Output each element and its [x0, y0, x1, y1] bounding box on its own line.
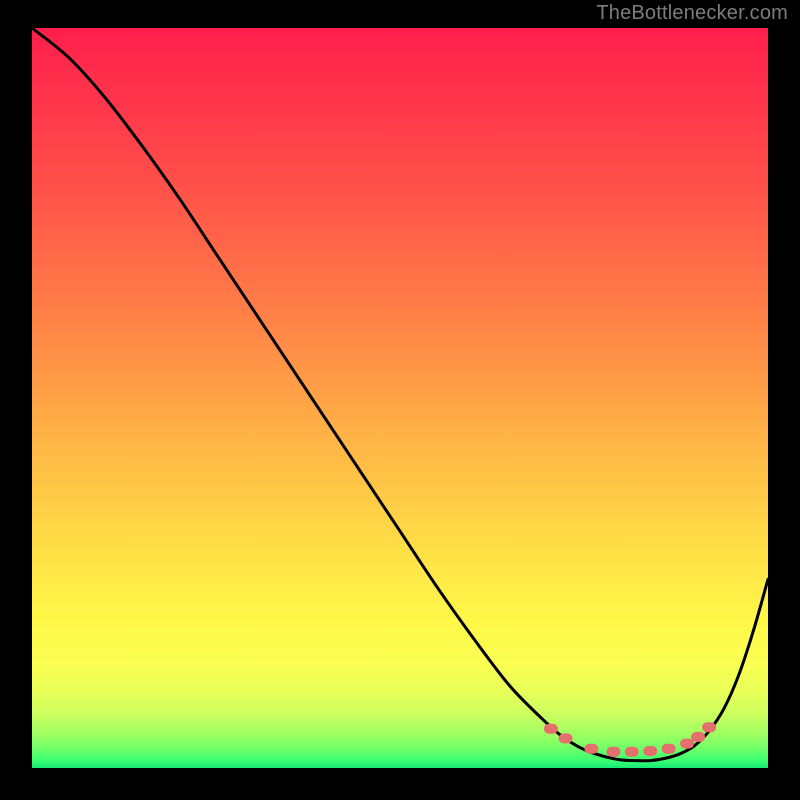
- gradient-background: [32, 28, 768, 768]
- marker-dot: [680, 739, 694, 749]
- chart-container: TheBottlenecker.com: [0, 0, 800, 800]
- chart-svg: [32, 28, 768, 768]
- marker-dot: [643, 746, 657, 756]
- marker-dot: [559, 733, 573, 743]
- marker-dot: [606, 747, 620, 757]
- marker-dot: [584, 744, 598, 754]
- plot-area: [32, 28, 768, 768]
- attribution-label: TheBottlenecker.com: [596, 2, 788, 25]
- marker-dot: [662, 744, 676, 754]
- marker-dot: [544, 724, 558, 734]
- marker-dot: [702, 722, 716, 732]
- marker-dot: [625, 747, 639, 757]
- marker-dot: [691, 732, 705, 742]
